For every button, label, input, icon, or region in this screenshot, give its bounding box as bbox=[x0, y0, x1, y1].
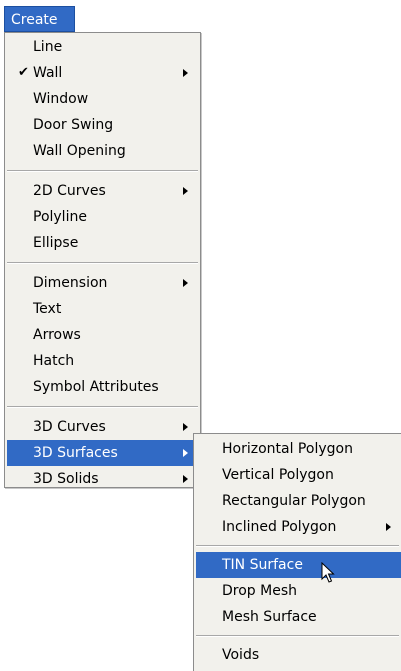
menu-item-door-swing[interactable]: Door Swing bbox=[7, 112, 198, 138]
menu-item-label: 3D Solids bbox=[33, 471, 99, 487]
menubar-create[interactable]: Create bbox=[4, 6, 75, 32]
menu-item-label: 3D Surfaces bbox=[33, 445, 118, 461]
menu-item-label: Door Swing bbox=[33, 117, 114, 133]
menu-item-mesh-surface[interactable]: Mesh Surface bbox=[196, 604, 401, 630]
menu-item-ellipse[interactable]: Ellipse bbox=[7, 230, 198, 256]
submenu-arrow-icon bbox=[183, 449, 188, 457]
menu-item-label: Inclined Polygon bbox=[222, 519, 337, 535]
menu-item-wall[interactable]: ✔ Wall bbox=[7, 60, 198, 86]
menu-item-window[interactable]: Window bbox=[7, 86, 198, 112]
menu-item-label: Horizontal Polygon bbox=[222, 441, 353, 457]
menu-item-horizontal-polygon[interactable]: Horizontal Polygon bbox=[196, 436, 401, 462]
menu-separator bbox=[196, 545, 399, 547]
submenu-arrow-icon bbox=[183, 423, 188, 431]
menu-item-label: 2D Curves bbox=[33, 183, 106, 199]
submenu-arrow-icon bbox=[183, 475, 188, 483]
menu-item-line[interactable]: Line bbox=[7, 34, 198, 60]
menu-item-label: TIN Surface bbox=[222, 557, 303, 573]
menu-item-voids[interactable]: Voids bbox=[196, 642, 401, 668]
menu-item-label: Drop Mesh bbox=[222, 583, 297, 599]
create-menu: Line ✔ Wall Window Door Swing Wall Opening 2D … bbox=[4, 32, 201, 488]
menu-item-label: Vertical Polygon bbox=[222, 467, 334, 483]
menu-item-drop-mesh[interactable]: Drop Mesh bbox=[196, 578, 401, 604]
menu-item-wall-opening[interactable]: Wall Opening bbox=[7, 138, 198, 164]
checkmark-icon: ✔ bbox=[18, 65, 29, 80]
menu-item-label: Wall bbox=[33, 65, 63, 81]
3d-surfaces-submenu: Horizontal Polygon Vertical Polygon Rectan… bbox=[193, 433, 401, 671]
submenu-arrow-icon bbox=[386, 523, 391, 531]
menu-item-polyline[interactable]: Polyline bbox=[7, 204, 198, 230]
menu-item-inclined-polygon[interactable]: Inclined Polygon bbox=[196, 514, 401, 540]
menu-item-label: Mesh Surface bbox=[222, 609, 317, 625]
submenu-arrow-icon bbox=[183, 279, 188, 287]
menu-item-label: 3D Curves bbox=[33, 419, 106, 435]
menu-separator bbox=[7, 406, 198, 408]
menu-item-label: Ellipse bbox=[33, 235, 79, 251]
menu-item-vertical-polygon[interactable]: Vertical Polygon bbox=[196, 462, 401, 488]
menu-item-3d-solids[interactable]: 3D Solids bbox=[7, 466, 198, 492]
menu-item-3d-surfaces[interactable]: 3D Surfaces bbox=[7, 440, 198, 466]
menu-separator bbox=[196, 635, 399, 637]
menu-item-hatch[interactable]: Hatch bbox=[7, 348, 198, 374]
menu-item-label: Rectangular Polygon bbox=[222, 493, 366, 509]
menu-item-2d-curves[interactable]: 2D Curves bbox=[7, 178, 198, 204]
mouse-pointer-icon bbox=[321, 562, 335, 583]
menu-item-label: Window bbox=[33, 91, 89, 107]
menu-item-dimension[interactable]: Dimension bbox=[7, 270, 198, 296]
menu-separator bbox=[7, 170, 198, 172]
submenu-arrow-icon bbox=[183, 69, 188, 77]
menu-item-label: Voids bbox=[222, 647, 260, 663]
menu-item-rectangular-polygon[interactable]: Rectangular Polygon bbox=[196, 488, 401, 514]
menu-item-label: Line bbox=[33, 39, 63, 55]
menu-item-label: Text bbox=[33, 301, 62, 317]
menu-item-arrows[interactable]: Arrows bbox=[7, 322, 198, 348]
menu-item-label: Wall Opening bbox=[33, 143, 126, 159]
menu-item-symbol-attributes[interactable]: Symbol Attributes bbox=[7, 374, 198, 400]
menu-item-text[interactable]: Text bbox=[7, 296, 198, 322]
menu-separator bbox=[7, 262, 198, 264]
menu-item-label: Arrows bbox=[33, 327, 81, 343]
menu-item-label: Symbol Attributes bbox=[33, 379, 159, 395]
submenu-arrow-icon bbox=[183, 187, 188, 195]
menu-item-label: Dimension bbox=[33, 275, 108, 291]
menu-item-tin-surface[interactable]: TIN Surface bbox=[196, 552, 401, 578]
menu-item-label: Polyline bbox=[33, 209, 87, 225]
menu-item-label: Hatch bbox=[33, 353, 75, 369]
menu-item-3d-curves[interactable]: 3D Curves bbox=[7, 414, 198, 440]
